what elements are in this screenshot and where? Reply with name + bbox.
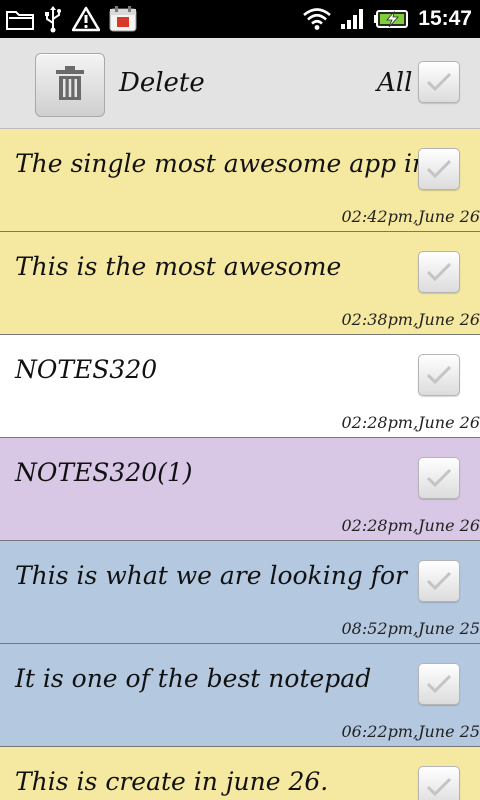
note-row[interactable]: NOTES320 02:28pm,June 26 bbox=[0, 335, 480, 438]
usb-icon bbox=[42, 5, 64, 33]
note-title: NOTES320(1) bbox=[15, 458, 193, 487]
folder-icon bbox=[6, 8, 34, 30]
check-icon bbox=[425, 158, 453, 180]
note-row[interactable]: This is the most awesome 02:38pm,June 26 bbox=[0, 232, 480, 335]
note-title: This is the most awesome bbox=[15, 252, 342, 281]
note-timestamp: 02:28pm,June 26 bbox=[341, 413, 480, 432]
note-row[interactable]: This is what we are looking for 08:52pm,… bbox=[0, 541, 480, 644]
select-all-label: All bbox=[377, 68, 413, 98]
note-title: The single most awesome app in bbox=[15, 149, 429, 178]
note-checkbox[interactable] bbox=[418, 663, 460, 705]
note-checkbox[interactable] bbox=[418, 354, 460, 396]
delete-label: Delete bbox=[119, 68, 205, 98]
note-title: This is what we are looking for bbox=[15, 561, 408, 590]
calendar-icon bbox=[108, 5, 138, 33]
note-title: This is create in june 26. bbox=[15, 767, 329, 796]
note-timestamp: 08:52pm,June 25 bbox=[341, 619, 480, 638]
note-checkbox[interactable] bbox=[418, 148, 460, 190]
note-timestamp: 02:28pm,June 26 bbox=[341, 516, 480, 535]
note-checkbox[interactable] bbox=[418, 766, 460, 800]
note-title: It is one of the best notepad bbox=[15, 664, 372, 693]
note-row[interactable]: It is one of the best notepad 06:22pm,Ju… bbox=[0, 644, 480, 747]
toolbar: Delete All bbox=[0, 38, 480, 129]
delete-button[interactable] bbox=[35, 53, 105, 117]
signal-icon bbox=[340, 8, 366, 30]
check-icon bbox=[425, 364, 453, 386]
trash-icon bbox=[54, 65, 86, 105]
select-all-checkbox[interactable] bbox=[418, 61, 460, 103]
warning-icon bbox=[72, 6, 100, 32]
notification-icons bbox=[6, 4, 138, 34]
note-row[interactable]: The single most awesome app in 02:42pm,J… bbox=[0, 129, 480, 232]
note-row[interactable]: This is create in june 26. bbox=[0, 747, 480, 800]
note-checkbox[interactable] bbox=[418, 457, 460, 499]
check-icon bbox=[425, 71, 453, 93]
note-timestamp: 02:38pm,June 26 bbox=[341, 310, 480, 329]
check-icon bbox=[425, 673, 453, 695]
status-bar: 15:47 bbox=[0, 0, 480, 38]
system-status: 15:47 bbox=[302, 0, 472, 38]
note-checkbox[interactable] bbox=[418, 251, 460, 293]
check-icon bbox=[425, 467, 453, 489]
note-timestamp: 02:42pm,June 26 bbox=[341, 207, 480, 226]
check-icon bbox=[425, 261, 453, 283]
battery-charging-icon bbox=[374, 8, 410, 30]
check-icon bbox=[425, 776, 453, 798]
note-timestamp: 06:22pm,June 25 bbox=[341, 722, 480, 741]
note-title: NOTES320 bbox=[15, 355, 158, 384]
check-icon bbox=[425, 570, 453, 592]
note-row[interactable]: NOTES320(1) 02:28pm,June 26 bbox=[0, 438, 480, 541]
clock: 15:47 bbox=[418, 7, 472, 30]
note-checkbox[interactable] bbox=[418, 560, 460, 602]
wifi-icon bbox=[302, 7, 332, 31]
